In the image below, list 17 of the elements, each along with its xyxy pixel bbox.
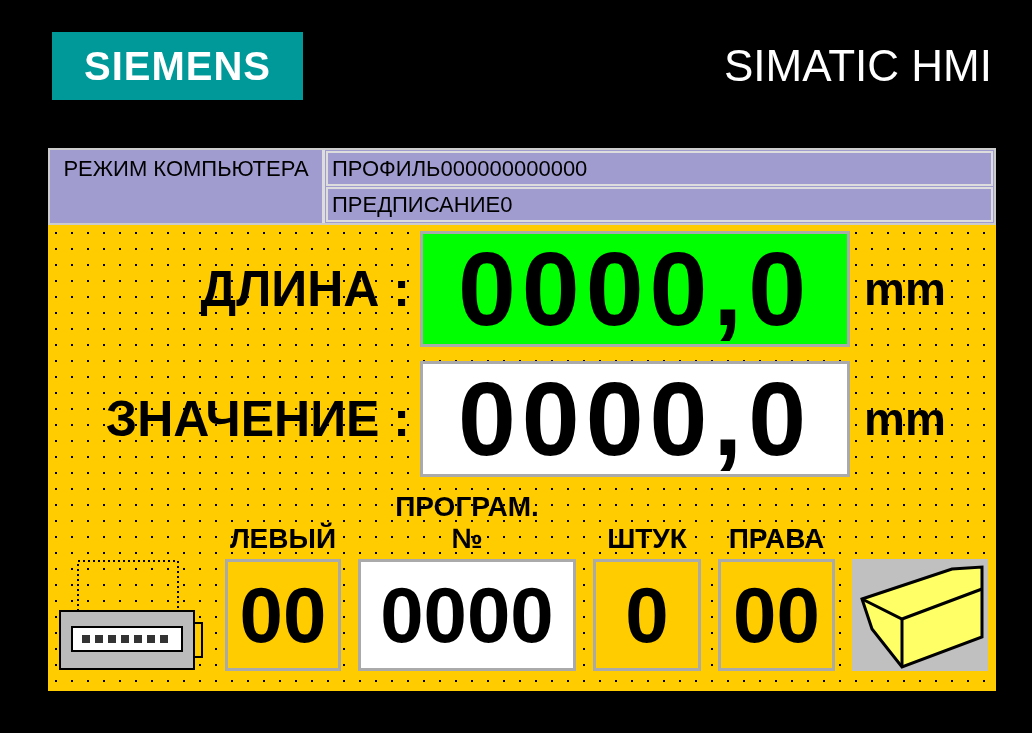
counter-label: ЛЕВЫЙ	[229, 523, 337, 555]
measurement-label: ЗНАЧЕНИЕ :	[104, 394, 411, 444]
counter-label: ШТУК	[607, 523, 687, 555]
counter-display: 00	[718, 559, 835, 671]
value-display: 0000,0	[420, 231, 850, 347]
unit-label: mm	[864, 391, 946, 447]
siemens-logo: SIEMENS	[52, 32, 303, 100]
value-display: 0000,0	[420, 361, 850, 477]
measurement-label: ДЛИНА :	[199, 264, 411, 314]
counter-label: ПРОГРАМ. №	[394, 491, 540, 555]
counter-display: 00	[225, 559, 341, 671]
counter-label: ПРАВА	[728, 523, 825, 555]
unit-label: mm	[864, 261, 946, 317]
folder-icon[interactable]	[852, 559, 988, 671]
brand-title: SIMATIC HMI	[723, 44, 992, 88]
input-field[interactable]: 0000	[358, 559, 576, 671]
counter-display: 0	[593, 559, 701, 671]
